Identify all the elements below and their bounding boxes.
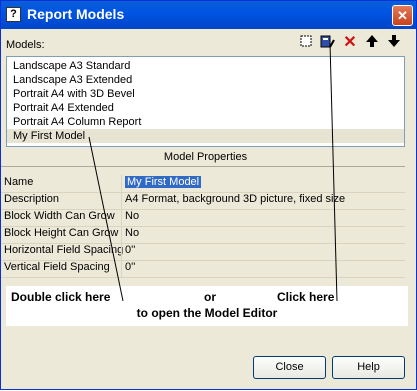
close-button[interactable]: Close xyxy=(253,356,326,379)
arrow-line-click xyxy=(329,42,338,302)
annotation-arrows xyxy=(88,42,338,302)
arrow-line-double-click xyxy=(88,136,124,302)
report-models-dialog: ? Report Models ✕ Models: ✕ Landscape A3… xyxy=(0,0,417,390)
help-button[interactable]: Help xyxy=(332,356,405,379)
